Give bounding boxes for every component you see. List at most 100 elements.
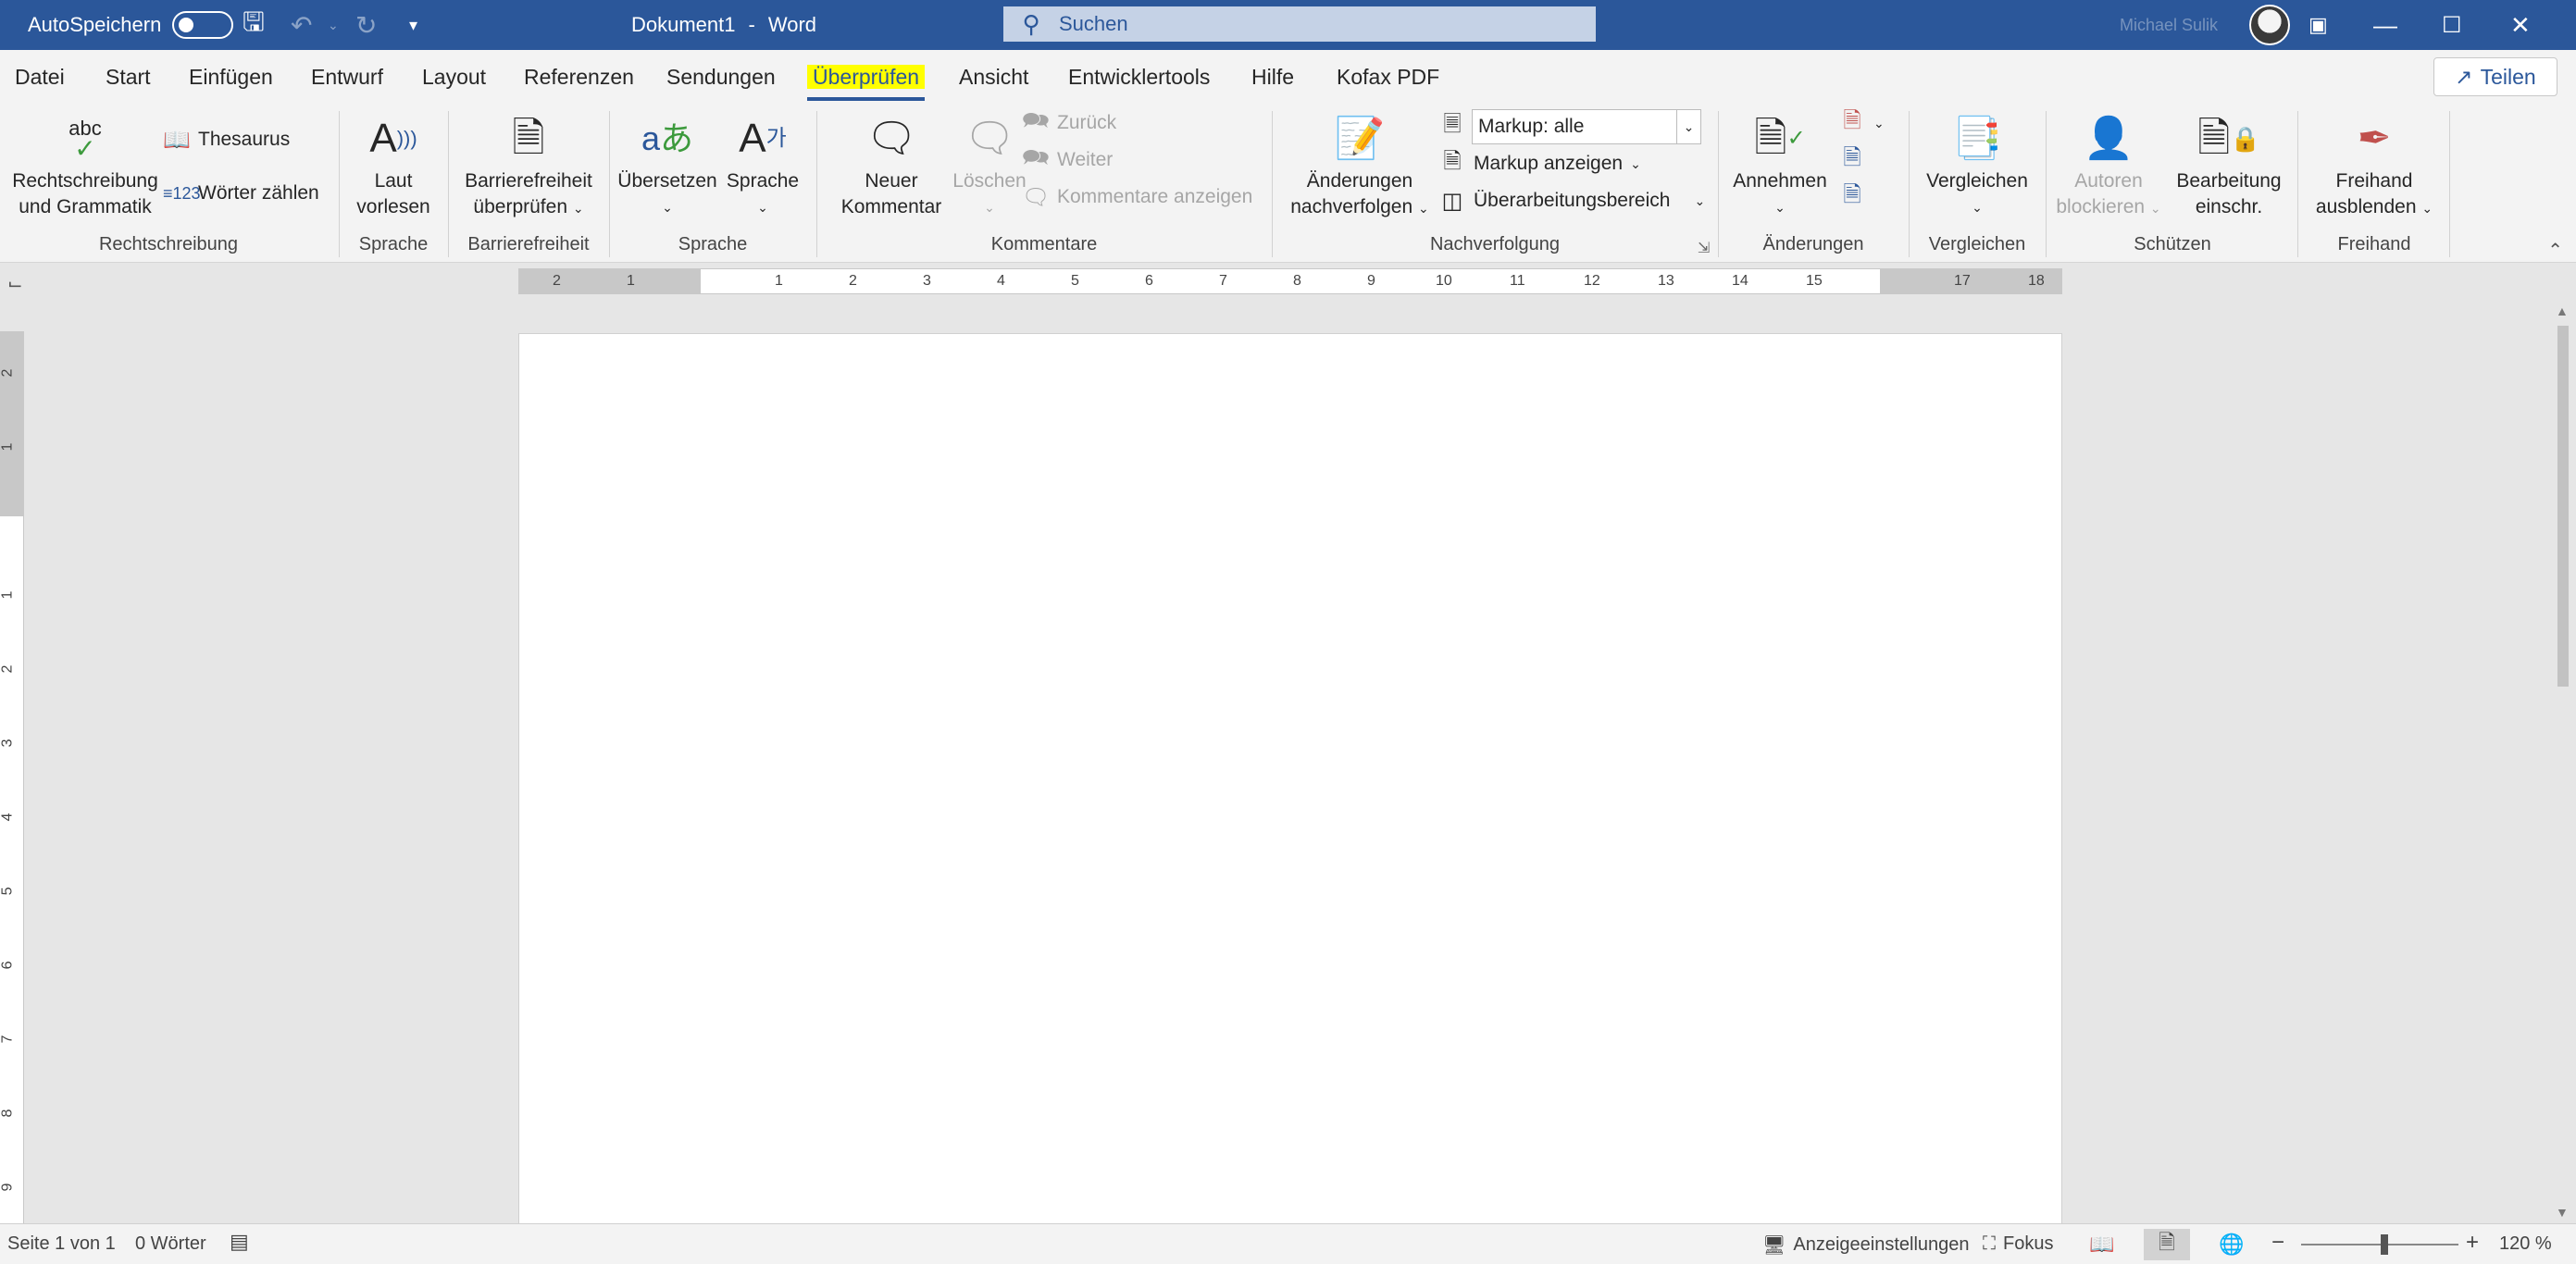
tab-layout[interactable]: Layout — [422, 65, 486, 90]
tab-entwicklertools[interactable]: Entwicklertools — [1068, 65, 1210, 90]
next-change-button[interactable]: 🗎 — [1838, 180, 1866, 215]
user-name[interactable]: Michael Sulik — [2120, 0, 2218, 50]
zoom-slider-track[interactable] — [2301, 1244, 2458, 1245]
language-button[interactable]: A가 Sprache ⌄ — [720, 109, 805, 220]
tab-hilfe[interactable]: Hilfe — [1251, 65, 1294, 90]
search-box[interactable]: ⚲ Suchen — [1003, 6, 1596, 42]
redo-icon[interactable]: ↻ — [355, 0, 377, 50]
restrict-editing-button[interactable]: 🗎 🔒 Bearbeitung einschr. — [2168, 109, 2290, 220]
markup-select[interactable]: Markup: alle ⌄ — [1472, 109, 1701, 144]
vertical-ruler[interactable]: 2 1 1 2 3 4 5 6 7 8 9 — [0, 331, 24, 1223]
restrict-editing-icon: 🗎 🔒 — [2197, 116, 2260, 161]
zoom-level[interactable]: 120 % — [2499, 1233, 2552, 1255]
display-settings-icon: 🖥 — [1762, 1235, 1786, 1256]
read-mode-button[interactable]: 📖 — [2079, 1229, 2125, 1260]
user-avatar[interactable] — [2249, 0, 2290, 50]
zoom-slider-thumb[interactable] — [2381, 1234, 2388, 1255]
customize-quick-access-icon[interactable]: ▾ — [409, 0, 417, 50]
accept-button[interactable]: 🗎 ✓ Annehmen ⌄ — [1727, 109, 1833, 220]
ruler-left-margin — [519, 269, 701, 293]
display-settings-button[interactable]: 🖥 Anzeigeeinstellungen — [1762, 1233, 1970, 1257]
restrict-editing-label-2: einschr. — [2195, 196, 2263, 217]
dialog-launcher-icon[interactable]: ⇲ — [1698, 239, 1710, 257]
track-changes-button[interactable]: 📝 Änderungen nachverfolgen ⌄ — [1281, 109, 1438, 221]
document-page[interactable] — [518, 333, 2062, 1223]
read-aloud-button[interactable]: A))) Laut vorlesen — [350, 109, 437, 220]
tab-start[interactable]: Start — [106, 65, 151, 90]
previous-change-button[interactable]: 🗎 — [1838, 143, 1866, 178]
autosave-toggle[interactable] — [172, 11, 234, 39]
ruler-tick: 18 — [2028, 273, 2045, 289]
chevron-down-icon: ⌄ — [1630, 155, 1641, 171]
title-separator: - — [748, 13, 755, 36]
word-count-status[interactable]: 0 Wörter — [135, 1233, 206, 1255]
close-icon[interactable]: ✕ — [2510, 0, 2576, 50]
track-changes-label-2-text: nachverfolgen — [1290, 196, 1413, 217]
ruler-tick: 6 — [1145, 273, 1153, 289]
separator — [1718, 111, 1719, 257]
scrollbar-thumb[interactable] — [2557, 326, 2569, 687]
print-layout-button[interactable]: 🗎 — [2144, 1229, 2190, 1260]
share-label: Teilen — [2480, 64, 2536, 89]
focus-label: Fokus — [2003, 1233, 2054, 1254]
tab-ansicht[interactable]: Ansicht — [959, 65, 1028, 90]
undo-dropdown-icon[interactable]: ⌄ — [328, 0, 339, 50]
ruler-tick: 2 — [0, 664, 16, 674]
compare-button[interactable]: 📑 Vergleichen ⌄ — [1916, 109, 2038, 220]
accessibility-check-button[interactable]: 🗎 Barrierefreiheit überprüfen ⌄ — [459, 109, 598, 221]
next-comment-icon: 🗪 — [1022, 144, 1050, 170]
new-comment-button[interactable]: 🗨 Neuer Kommentar — [831, 109, 952, 220]
translate-icon: aあ — [641, 119, 694, 157]
tab-ueberpruefen[interactable]: Überprüfen — [807, 65, 926, 101]
tab-referenzen[interactable]: Referenzen — [524, 65, 634, 90]
web-layout-button[interactable]: 🌐 — [2209, 1229, 2255, 1260]
scroll-up-icon[interactable]: ▲ — [2556, 304, 2569, 318]
tab-sendungen[interactable]: Sendungen — [666, 65, 776, 90]
group-freihand: ✒ Freihand ausblenden ⌄ Freihand — [2299, 105, 2449, 263]
macro-recording-icon[interactable]: ▤ — [230, 1230, 249, 1254]
scroll-down-icon[interactable]: ▼ — [2556, 1205, 2569, 1220]
next-comment-button[interactable]: 🗪 Weiter — [1022, 143, 1113, 178]
minimize-icon[interactable]: — — [2373, 0, 2442, 50]
display-for-review-icon: 🗏 — [1438, 109, 1466, 144]
zoom-in-button[interactable]: + — [2466, 1230, 2479, 1256]
zoom-out-button[interactable]: − — [2271, 1230, 2284, 1256]
avatar[interactable] — [2249, 5, 2290, 45]
hide-ink-button[interactable]: ✒ Freihand ausblenden ⌄ — [2308, 109, 2440, 221]
previous-comment-button[interactable]: 🗪 Zurück — [1022, 105, 1116, 141]
show-markup-label: Markup anzeigen — [1474, 153, 1624, 174]
save-icon[interactable]: 🖫 — [243, 0, 265, 50]
word-count-button[interactable]: ≡123 Wörter zählen — [163, 176, 319, 211]
tab-selector-icon[interactable]: ⌙ — [7, 272, 23, 295]
translate-button[interactable]: aあ Übersetzen ⌄ — [616, 109, 718, 220]
horizontal-ruler[interactable]: 2 1 1 2 3 4 5 6 7 8 9 10 11 12 13 14 15 … — [518, 268, 2062, 294]
spelling-grammar-button[interactable]: abc ✓ Rechtschreibung und Grammatik — [11, 109, 159, 220]
reject-button[interactable]: 🗎 ⌄ — [1838, 105, 1884, 141]
vertical-scrollbar[interactable]: ▲ ▼ — [2550, 300, 2576, 1223]
tab-entwurf[interactable]: Entwurf — [311, 65, 383, 90]
maximize-icon[interactable]: ☐ — [2442, 0, 2510, 50]
track-changes-icon: 📝 — [1334, 116, 1386, 161]
undo-icon[interactable]: ↶ — [291, 0, 312, 50]
tab-einfuegen[interactable]: Einfügen — [189, 65, 273, 90]
review-pane-button[interactable]: ◫ Überarbeitungsbereich ⌄ — [1438, 183, 1706, 218]
focus-button[interactable]: ⛶ Fokus — [1983, 1233, 2053, 1255]
block-authors-button[interactable]: 👤 Autoren blockieren ⌄ — [2051, 109, 2166, 221]
page-info[interactable]: Seite 1 von 1 — [7, 1233, 116, 1255]
ruler-tick: 5 — [0, 886, 16, 896]
tab-kofax-pdf[interactable]: Kofax PDF — [1337, 65, 1439, 90]
search-icon: ⚲ — [1022, 9, 1040, 38]
group-sprache: aあ Übersetzen ⌄ A가 Sprache ⌄ Sprache — [611, 105, 815, 263]
tab-datei[interactable]: Datei — [15, 65, 65, 90]
compare-icon: 📑 — [1951, 116, 2003, 161]
review-pane-label: Überarbeitungsbereich — [1474, 190, 1671, 211]
collapse-ribbon-icon[interactable]: ⌃ — [2547, 239, 2563, 262]
show-comments-button[interactable]: 🗨 Kommentare anzeigen — [1022, 180, 1252, 215]
show-markup-button[interactable]: 🗎 Markup anzeigen ⌄ — [1438, 146, 1641, 181]
search-placeholder: Suchen — [1059, 12, 1128, 35]
ruler-tick: 4 — [0, 812, 16, 822]
ribbon-display-options-icon[interactable]: ▣ — [2308, 0, 2377, 50]
share-button[interactable]: ↗ Teilen — [2433, 57, 2557, 96]
thesaurus-button[interactable]: 📖 Thesaurus — [163, 122, 290, 157]
group-barrierefreiheit: 🗎 Barrierefreiheit überprüfen ⌄ Barriere… — [450, 105, 607, 263]
